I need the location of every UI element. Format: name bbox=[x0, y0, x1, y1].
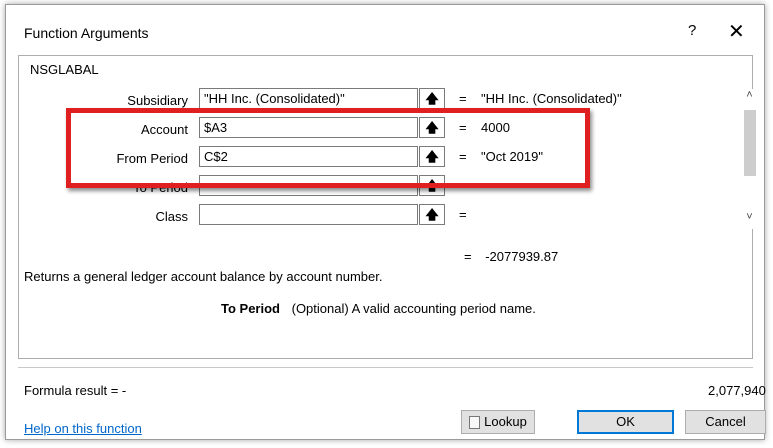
help-link[interactable]: Help on this function bbox=[24, 421, 142, 436]
upload-arrow-icon[interactable]: 🡅 bbox=[419, 88, 445, 109]
argument-label: To Period bbox=[133, 180, 188, 195]
divider bbox=[18, 367, 753, 368]
result-value: -2077939.87 bbox=[485, 249, 559, 264]
subsidiary-input[interactable]: "HH Inc. (Consolidated)" bbox=[199, 88, 418, 109]
dialog-title: Function Arguments bbox=[24, 25, 149, 41]
lookup-button[interactable]: Lookup bbox=[461, 410, 535, 434]
from-period-input[interactable]: C$2 bbox=[199, 146, 418, 167]
formula-result-value: 2,077,940 bbox=[708, 383, 766, 398]
title-bar: Function Arguments ? ✕ bbox=[6, 5, 764, 55]
argument-help-name: To Period bbox=[221, 301, 280, 316]
class-input[interactable] bbox=[199, 204, 418, 225]
to-period-input[interactable] bbox=[199, 175, 418, 196]
cancel-button[interactable]: Cancel bbox=[685, 410, 766, 434]
argument-label: From Period bbox=[116, 151, 188, 166]
argument-result: "Oct 2019" bbox=[481, 149, 543, 164]
document-icon bbox=[469, 416, 481, 430]
equals-sign: = bbox=[459, 178, 467, 193]
chevron-up-icon[interactable]: ˄ bbox=[741, 89, 758, 105]
equals-sign: = bbox=[464, 249, 472, 264]
function-name: NSGLABAL bbox=[30, 62, 99, 77]
argument-result: "HH Inc. (Consolidated)" bbox=[481, 91, 622, 106]
equals-sign: = bbox=[459, 207, 467, 222]
arguments-scrollbar[interactable]: ˄ ˅ bbox=[741, 89, 758, 229]
function-result: = -2077939.87 bbox=[464, 249, 558, 264]
function-description: Returns a general ledger account balance… bbox=[24, 269, 383, 284]
argument-label: Subsidiary bbox=[127, 93, 188, 108]
argument-help: To Period (Optional) A valid accounting … bbox=[221, 301, 536, 316]
argument-label: Account bbox=[141, 122, 188, 137]
equals-sign: = bbox=[459, 120, 467, 135]
function-arguments-dialog: Function Arguments ? ✕ NSGLABAL Subsidia… bbox=[5, 4, 766, 440]
ok-button[interactable]: OK bbox=[577, 410, 674, 434]
lookup-label: Lookup bbox=[484, 414, 527, 429]
help-button[interactable]: ? bbox=[688, 22, 696, 39]
upload-arrow-icon[interactable]: 🡅 bbox=[419, 117, 445, 138]
close-icon[interactable]: ✕ bbox=[728, 19, 745, 44]
argument-result: 4000 bbox=[481, 120, 510, 135]
formula-result-label: Formula result = - bbox=[24, 383, 127, 398]
account-input[interactable]: $A3 bbox=[199, 117, 418, 138]
upload-arrow-icon[interactable]: 🡅 bbox=[419, 146, 445, 167]
equals-sign: = bbox=[459, 149, 467, 164]
upload-arrow-icon[interactable]: 🡅 bbox=[419, 204, 445, 225]
scroll-thumb[interactable] bbox=[744, 110, 756, 176]
upload-arrow-icon[interactable]: 🡅 bbox=[419, 175, 445, 196]
chevron-down-icon[interactable]: ˅ bbox=[741, 211, 758, 227]
argument-label: Class bbox=[155, 209, 188, 224]
equals-sign: = bbox=[459, 91, 467, 106]
argument-help-text: (Optional) A valid accounting period nam… bbox=[291, 301, 536, 316]
